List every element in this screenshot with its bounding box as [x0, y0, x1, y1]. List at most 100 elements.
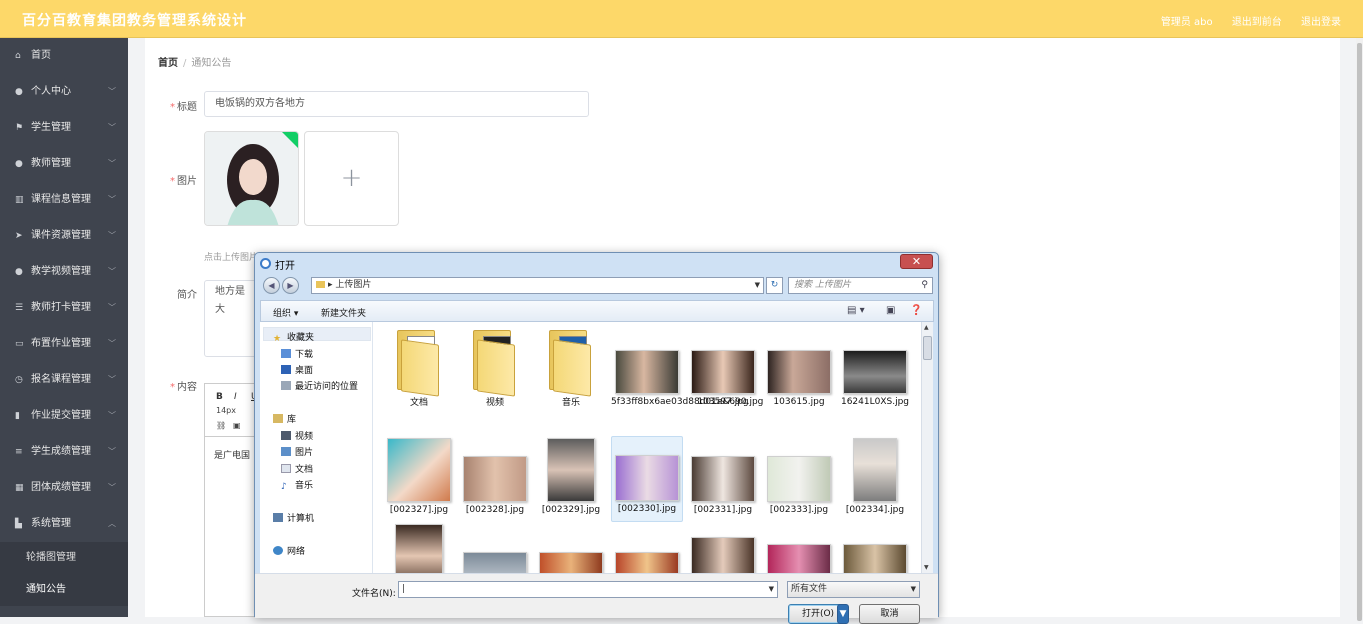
sidebar-item-checkin[interactable]: ☰ 教师打卡管理 ﹀ — [0, 290, 128, 326]
preview-pane-icon[interactable]: ▣ — [886, 305, 895, 316]
uploaded-image[interactable] — [204, 131, 299, 226]
link-icon[interactable]: ⛓ — [216, 421, 226, 430]
filename-dropdown-icon[interactable]: ▼ — [769, 582, 774, 597]
view-options-icon[interactable]: ▤ ▾ — [847, 305, 865, 316]
file-item[interactable]: [002329].jpg — [535, 438, 607, 516]
dialog-close-button[interactable]: ✕ — [900, 254, 933, 269]
back-to-front-link[interactable]: 退出到前台 — [1232, 17, 1282, 28]
file-item[interactable] — [839, 544, 911, 573]
sidebar-item-teachers[interactable]: ● 教师管理 ﹀ — [0, 146, 128, 182]
italic-button[interactable]: I — [234, 392, 237, 402]
sidebar-item-videos[interactable]: ● 教学视频管理 ﹀ — [0, 254, 128, 290]
new-folder-button[interactable]: 新建文件夹 — [321, 306, 366, 319]
tree-music[interactable]: ♪ 音乐 — [281, 478, 313, 492]
file-item[interactable] — [687, 537, 759, 573]
chat-icon: ▭ — [15, 339, 24, 349]
file-item[interactable]: 16241L0XS.jpg — [839, 350, 911, 408]
chevron-down-icon: ﹀ — [108, 267, 116, 276]
tree-network[interactable]: 网络 — [273, 544, 305, 557]
file-item[interactable]: [002327].jpg — [383, 438, 455, 516]
file-item[interactable]: 103615.jpg — [763, 350, 835, 408]
file-item[interactable] — [611, 552, 683, 573]
file-item[interactable] — [383, 524, 455, 573]
folder-icon — [397, 328, 441, 397]
open-split-dropdown-icon[interactable]: ▼ — [837, 604, 849, 624]
scroll-up-icon[interactable]: ▲ — [924, 324, 929, 331]
file-item[interactable]: [002328].jpg — [459, 456, 531, 516]
back-button[interactable]: ◀ — [263, 277, 280, 294]
file-item[interactable]: 音乐 — [535, 328, 607, 409]
filename-input[interactable]: | ▼ — [398, 581, 778, 598]
sidebar-item-courseware[interactable]: ➤ 课件资源管理 ﹀ — [0, 218, 128, 254]
file-item-selected[interactable]: [002330].jpg — [611, 436, 683, 522]
forward-button[interactable]: ▶ — [282, 277, 299, 294]
file-item[interactable] — [535, 552, 607, 573]
cancel-button[interactable]: 取消 — [859, 604, 920, 624]
sidebar-item-system[interactable]: ▙ 系统管理 ︿ — [0, 506, 128, 542]
filename-label: 文件名(N): — [352, 589, 396, 599]
scroll-down-icon[interactable]: ▼ — [924, 564, 929, 571]
upload-add-button[interactable]: + — [304, 131, 399, 226]
list-icon: ≡ — [15, 447, 23, 457]
tree-documents[interactable]: 文档 — [281, 462, 313, 475]
sidebar-item-homework[interactable]: ▭ 布置作业管理 ﹀ — [0, 326, 128, 362]
image-icon[interactable]: ▣ — [233, 421, 241, 430]
sidebar-item-home[interactable]: ⌂ 首页 — [0, 38, 128, 74]
music-library-icon: ♪ — [281, 482, 287, 492]
open-file-dialog: 打开 ✕ ◀ ▶ ▸ 上传图片 ▼ ↻ 搜索 上传图片 ⚲ 组织 ▾ 新建文件夹 … — [254, 252, 939, 624]
file-item[interactable]: [002333].jpg — [763, 456, 835, 516]
sidebar-item-students[interactable]: ⚑ 学生管理 ﹀ — [0, 110, 128, 146]
breadcrumb-home[interactable]: 首页 — [158, 58, 178, 69]
desktop-icon — [281, 365, 291, 374]
tree-downloads[interactable]: 下载 — [281, 347, 313, 360]
organize-button[interactable]: 组织 ▾ — [273, 306, 298, 319]
user-label[interactable]: 管理员 abo — [1161, 17, 1213, 28]
sidebar-item-team-grades[interactable]: ▦ 团体成绩管理 ﹀ — [0, 470, 128, 506]
help-icon[interactable]: ❓ — [910, 305, 922, 316]
tree-recent[interactable]: 最近访问的位置 — [281, 379, 358, 392]
file-list-scroll-thumb[interactable] — [923, 336, 932, 360]
title-input[interactable]: 电饭锅的双方各地方 — [204, 91, 589, 117]
sidebar-item-submissions[interactable]: ▮ 作业提交管理 ﹀ — [0, 398, 128, 434]
file-item[interactable]: [002331].jpg — [687, 456, 759, 516]
sidebar-item-enroll[interactable]: ◷ 报名课程管理 ﹀ — [0, 362, 128, 398]
sidebar-item-courses[interactable]: ▥ 课程信息管理 ﹀ — [0, 182, 128, 218]
sidebar-sub-notice[interactable]: 通知公告 — [0, 574, 128, 606]
tree-videos[interactable]: 视频 — [281, 429, 313, 442]
clock-icon: ◷ — [15, 375, 23, 385]
file-item[interactable]: 5f33ff8bx6ae03d88d01a&690.jpg — [611, 350, 763, 408]
image-thumbnail — [615, 552, 679, 573]
tree-desktop[interactable]: 桌面 — [281, 363, 313, 376]
tree-computer[interactable]: 计算机 — [273, 511, 314, 524]
file-item[interactable]: [002334].jpg — [839, 438, 911, 516]
image-thumbnail — [615, 350, 679, 394]
sidebar-item-grades[interactable]: ≡ 学生成绩管理 ﹀ — [0, 434, 128, 470]
file-item[interactable]: 视频 — [459, 328, 531, 409]
sidebar-item-personal[interactable]: ● 个人中心 ﹀ — [0, 74, 128, 110]
filetype-select[interactable]: 所有文件 ▼ — [787, 581, 920, 598]
tree-favorites[interactable]: ★ 收藏夹 — [273, 330, 314, 344]
address-dropdown-icon[interactable]: ▼ — [755, 278, 760, 293]
folder-icon — [316, 281, 325, 288]
refresh-button[interactable]: ↻ — [766, 277, 783, 294]
editor-content[interactable]: 是广电国 — [214, 448, 250, 461]
file-item[interactable] — [459, 552, 531, 573]
file-list-scrollbar[interactable]: ▲ ▼ — [921, 322, 933, 573]
sidebar-sub-carousel[interactable]: 轮播图管理 — [0, 542, 128, 574]
page-scrollbar[interactable] — [1356, 38, 1363, 621]
breadcrumb: 首页 / 通知公告 — [158, 54, 231, 69]
title-label: * 标题 — [170, 102, 197, 113]
file-item[interactable]: 103597.jpg — [687, 350, 759, 408]
tree-library[interactable]: 库 — [273, 412, 296, 425]
search-input[interactable]: 搜索 上传图片 ⚲ — [788, 277, 933, 294]
address-bar[interactable]: ▸ 上传图片 ▼ — [311, 277, 764, 294]
user-icon: ● — [15, 159, 23, 169]
chevron-down-icon: ﹀ — [108, 87, 116, 96]
file-item[interactable]: 文档 — [383, 328, 455, 409]
page-scroll-thumb[interactable] — [1357, 43, 1362, 621]
logout-link[interactable]: 退出登录 — [1301, 17, 1341, 28]
file-item[interactable] — [763, 544, 835, 573]
font-size-select[interactable]: 14px — [216, 406, 236, 415]
tree-pictures[interactable]: 图片 — [281, 445, 313, 458]
bold-button[interactable]: B — [216, 392, 223, 402]
